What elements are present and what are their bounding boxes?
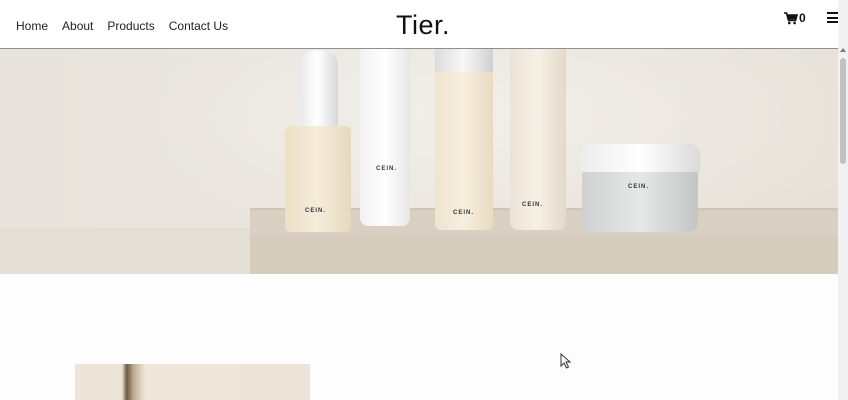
brand-logo[interactable]: Tier. (396, 10, 450, 41)
cart-button[interactable]: 0 (784, 11, 806, 25)
product-label: CEIN. (522, 202, 544, 208)
page-scrollbar[interactable] (838, 0, 848, 400)
nav-about-link[interactable]: About (62, 19, 93, 33)
cream-jar: CEIN. (582, 172, 698, 232)
toner-bottle-cap (435, 48, 493, 72)
cream-tube: CEIN. (360, 48, 410, 226)
hero-banner: CEIN. CEIN. CEIN. CEIN. CEIN. (0, 48, 838, 274)
cream-jar-lid (580, 144, 700, 174)
nav-products-link[interactable]: Products (107, 19, 154, 33)
dropper-bottle-cap (300, 50, 338, 130)
cart-count: 0 (799, 11, 806, 25)
scroll-up-arrow-icon[interactable] (840, 48, 846, 52)
nav-contact-link[interactable]: Contact Us (169, 19, 228, 33)
hero-surface (0, 228, 250, 274)
product-label: CEIN. (628, 184, 650, 190)
cart-icon (784, 11, 798, 24)
product-label: CEIN. (453, 210, 475, 216)
hamburger-menu-icon[interactable] (827, 12, 838, 23)
product-label: CEIN. (376, 166, 398, 172)
site-header: Home About Products Contact Us Tier. 0 (0, 0, 838, 49)
main-nav: Home About Products Contact Us (16, 19, 242, 33)
hero-shelf-front (250, 236, 838, 274)
mouse-pointer-icon (560, 353, 572, 369)
scrollbar-thumb[interactable] (840, 58, 846, 164)
nav-home-link[interactable]: Home (16, 19, 48, 33)
serum-bottle: CEIN. (510, 48, 566, 230)
page: Home About Products Contact Us Tier. 0 C… (0, 0, 848, 400)
dropper-bottle: CEIN. (285, 126, 351, 232)
featured-product-image[interactable] (75, 364, 310, 400)
toner-bottle: CEIN. (435, 72, 493, 230)
product-label: CEIN. (305, 208, 327, 214)
